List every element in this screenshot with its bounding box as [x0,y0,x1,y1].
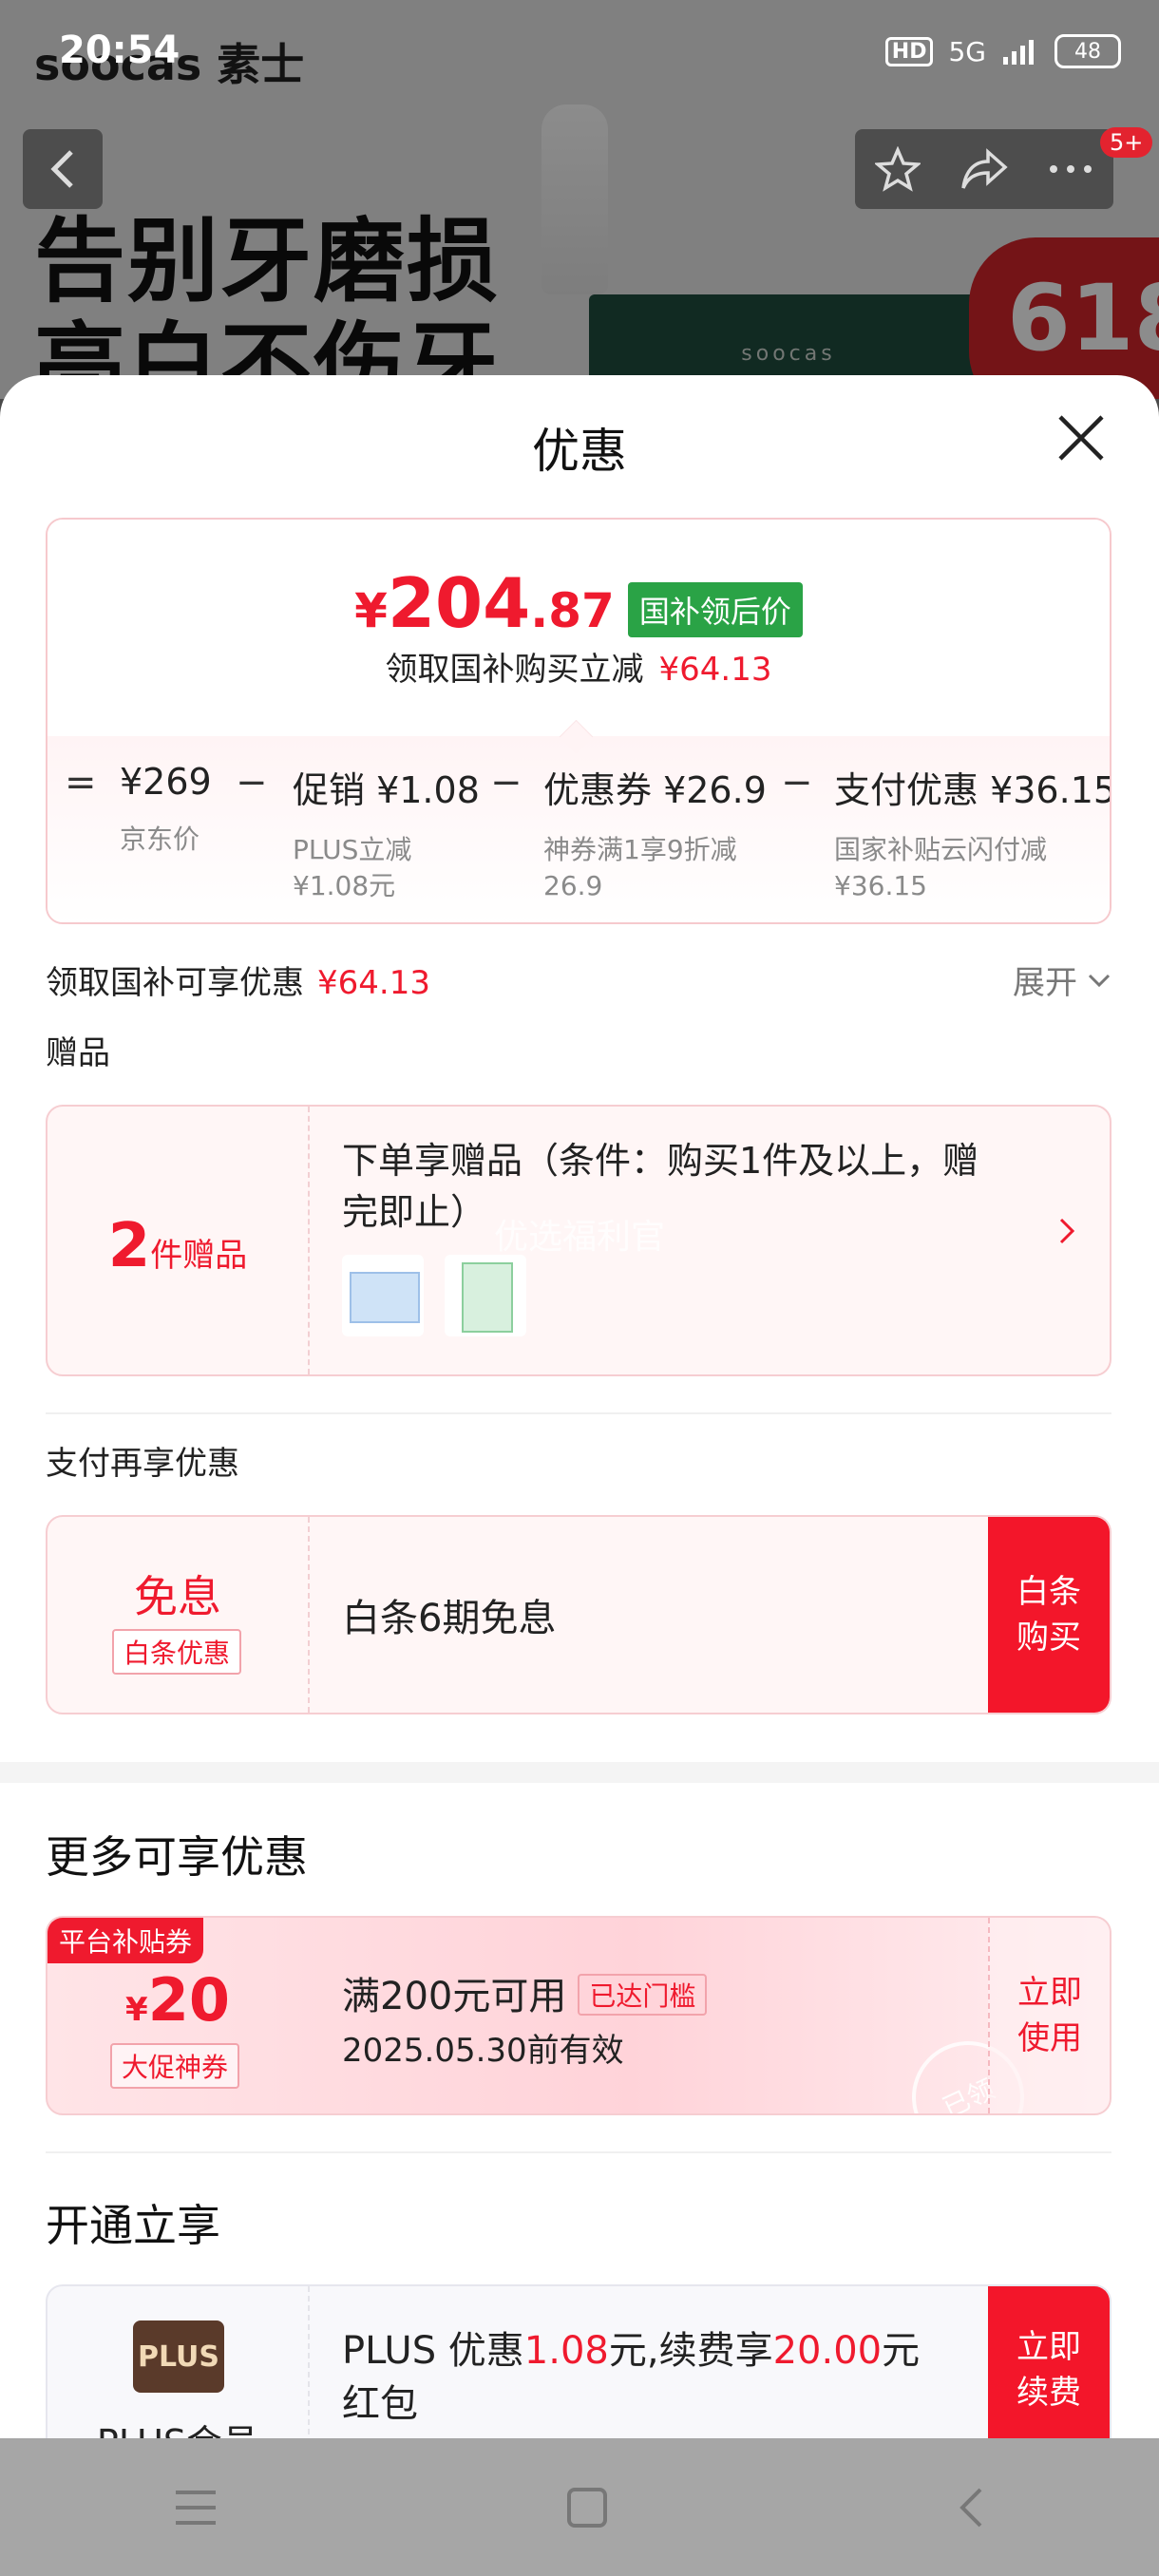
star-icon[interactable] [874,146,921,192]
renew-now-button[interactable]: 立即 续费 [988,2286,1110,2438]
discount-label: 领取国补可享优惠 ¥64.13 [46,957,430,1003]
watermark-text: 优选福利官 [494,1218,666,1257]
sheet-title: 优惠 [532,424,627,479]
plus-membership-card: PLUS PLUS会员 PLUS 优惠1.08元,续费享20.00元红包 立即 … [46,2284,1112,2438]
plus-description: PLUS 优惠1.08元,续费享20.00元红包 [342,2324,950,2431]
subsidy-line: 领取国补购买立减 ¥64.13 [48,643,1110,690]
back-button[interactable] [23,129,103,209]
coupon-cell: 优惠券 ¥26.9 神券满1享9折减 26.9 [543,761,767,904]
minus-sign: − [236,761,268,805]
discount-sheet: 优惠 ¥204.87 国补领后价 领取国补购买立减 ¥64.13 = ¥269 京东… [0,375,1159,2438]
menu-icon[interactable] [174,2489,218,2527]
equals-sign: = [65,761,97,805]
status-bar: 20:54 HD 5G 48 [0,0,1159,104]
home-icon[interactable] [566,2487,608,2529]
coupon-type-tag: 大促神券 [110,2043,240,2089]
discount-amount: ¥64.13 [317,964,430,1002]
price-formula: = ¥269 京东价 − 促销 ¥1.08 PLUS立减 ¥1.08元 − 优惠… [48,736,1112,922]
baitiao-buy-button[interactable]: 白条 购买 [988,1517,1110,1713]
back-icon[interactable] [957,2487,985,2529]
coupon-amount: ¥20 [48,1965,308,2035]
subsidy-amount: ¥64.13 [658,651,772,689]
promo-cell: 促销 ¥1.08 PLUS立减 ¥1.08元 [293,761,480,904]
gift-box-image [462,1262,513,1333]
notification-badge: 5+ [1100,127,1153,158]
price-decimal: .87 [530,583,615,638]
more-icon[interactable] [1048,163,1093,175]
promo-value: 促销 ¥1.08 [293,769,480,811]
plus-discount-amount: 1.08 [523,2329,609,2373]
payment-section-title: 支付再享优惠 [46,1445,239,1483]
gift-description: 下单享赠品（条件：购买1件及以上，赠完即止） [342,1140,979,1233]
plus-redpacket-amount: 20.00 [772,2329,883,2373]
expand-button[interactable]: 展开 [1013,957,1112,1003]
coupon-condition-text: 满200元可用 [342,1975,567,2018]
gift-section-title: 赠品 [46,1034,110,1072]
price-currency: ¥ [354,583,388,638]
plus-logo: PLUS [133,2320,224,2393]
final-price-area: ¥204.87 国补领后价 领取国补购买立减 ¥64.13 [48,520,1110,736]
subsidy-price-tag: 国补领后价 [627,581,803,637]
subsidy-text: 领取国补购买立减 [385,651,644,689]
section-gap [0,1762,1159,1783]
jd-price-cell: ¥269 京东价 [120,761,212,858]
more-discounts-title: 更多可享优惠 [46,1831,308,1883]
status-time: 20:54 [59,28,180,72]
chevron-left-icon [50,150,73,188]
price-breakdown-card: ¥204.87 国补领后价 领取国补购买立减 ¥64.13 = ¥269 京东价 −… [46,518,1112,924]
gift-box-image [350,1272,420,1323]
coupon-condition: 满200元可用 已达门槛 [342,1965,708,2020]
network-label: 5G [948,35,986,67]
coupon-value: 优惠券 ¥26.9 [543,769,767,811]
final-price: ¥204.87 国补领后价 [48,563,1110,651]
installment-card: 免息 白条优惠 白条6期免息 白条 购买 [46,1515,1112,1714]
close-icon[interactable] [1054,411,1108,464]
threshold-reached-tag: 已达门槛 [578,1974,708,2016]
coupon-value: 20 [147,1965,230,2035]
divider [46,1412,1112,1414]
coupon-currency: ¥ [125,1991,148,2029]
chevron-right-icon [1059,1218,1075,1244]
installment-description: 白条6期免息 [342,1597,557,1640]
payment-value: 支付优惠 ¥36.15 [834,769,1112,811]
chevron-down-icon [1088,974,1111,987]
coupon-desc: 神券满1享9折减 26.9 [543,834,737,901]
discount-text: 领取国补可享优惠 [46,964,304,1002]
gift-card[interactable]: 2件赠品 下单享赠品（条件：购买1件及以上，赠完即止） 优选福利官 [46,1105,1112,1376]
plus-member-label: PLUS会员 [48,2414,308,2438]
minus-sign: − [490,761,522,805]
minus-sign: − [781,761,813,805]
plus-desc-part2: 元,续费享 [608,2329,773,2373]
payment-cell: 支付优惠 ¥36.15 国家补贴云闪付减 ¥36.15 [834,761,1112,904]
gift-thumbnail [342,1255,424,1336]
jd-price-label: 京东价 [120,824,200,855]
system-nav-bar [0,2438,1159,2576]
divider [46,2151,1112,2153]
use-now-button[interactable]: 立即 使用 [988,1918,1110,2113]
coupon-card: 平台补贴券 ¥20 大促神券 满200元可用 已达门槛 2025.05.30前有效… [46,1916,1112,2115]
coupon-expiry: 2025.05.30前有效 [342,2032,624,2070]
interest-free-label: 免息 [134,1571,221,1622]
share-icon[interactable] [960,146,1009,192]
discount-summary-row: 领取国补可享优惠 ¥64.13 展开 [46,957,1112,1004]
promo-desc: PLUS立减 ¥1.08元 [293,834,412,901]
gift-count-number: 2 [107,1211,151,1281]
gift-count-unit: 件赠品 [150,1237,248,1275]
plus-desc-part1: PLUS 优惠 [342,2329,524,2373]
baitiao-tag: 白条优惠 [112,1629,242,1675]
open-membership-title: 开通立享 [46,2200,220,2251]
payment-desc: 国家补贴云闪付减 ¥36.15 [834,834,1048,901]
status-icons: HD 5G 48 [884,34,1121,68]
price-integer: 204 [387,563,531,643]
gift-count: 2件赠品 [48,1211,308,1281]
battery-icon: 48 [1054,34,1121,68]
gift-thumbnail [445,1255,526,1336]
jd-price-value: ¥269 [120,761,212,803]
top-toolbar [855,129,1113,209]
gift-thumbnails [342,1255,526,1336]
signal-icon [1003,40,1034,65]
expand-label: 展开 [1013,964,1077,1002]
hd-icon: HD [884,36,934,66]
platform-coupon-tag: 平台补贴券 [48,1918,204,1963]
